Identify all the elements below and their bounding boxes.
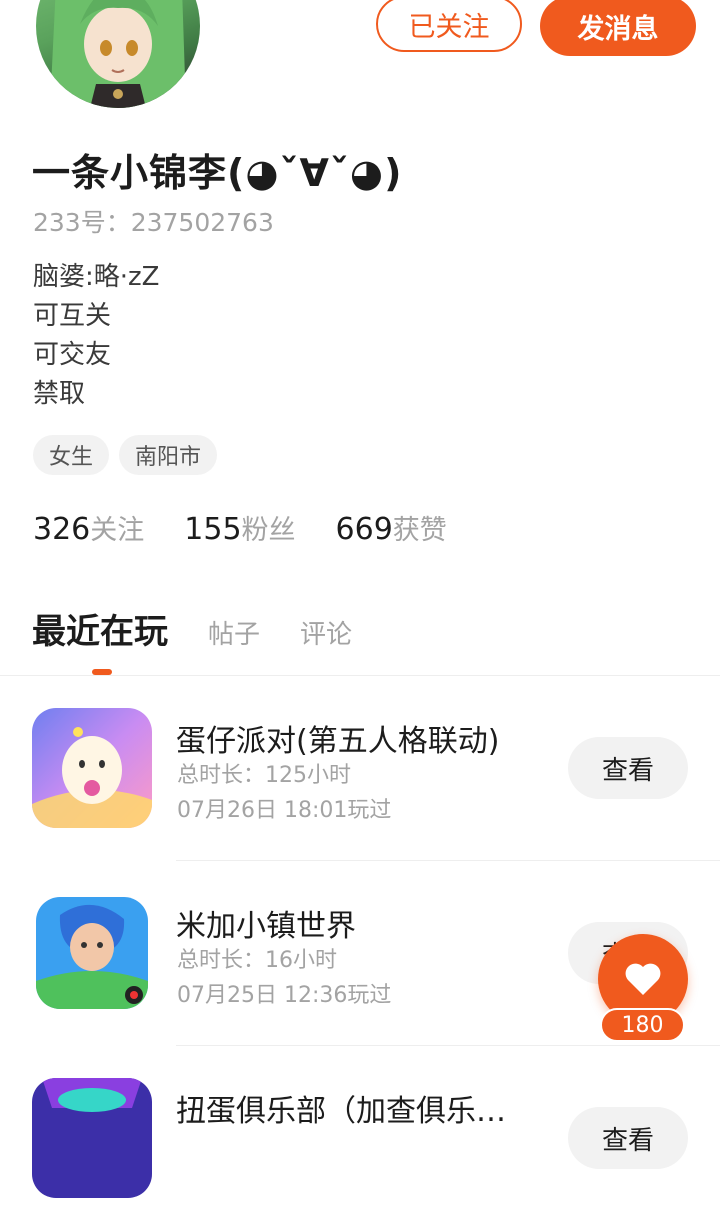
profile-stats: 326 关注 155 粉丝 669 获赞 <box>33 508 487 547</box>
tag-gender: 女生 <box>33 435 110 475</box>
bio-line: 禁取 <box>33 379 86 409</box>
eggy-party-icon <box>32 708 152 828</box>
game-list-item[interactable]: 扭蛋俱乐部（加查俱乐… 查看 <box>0 1046 720 1231</box>
game-duration: 总时长：16小时 <box>177 948 337 973</box>
game-last-played: 07月25日 12:36玩过 <box>177 983 392 1008</box>
followed-button[interactable]: 已关注 <box>376 0 522 52</box>
stat-value: 669 <box>335 512 393 547</box>
miga-town-icon <box>36 897 148 1009</box>
game-last-played: 07月26日 18:01玩过 <box>177 798 392 823</box>
profile-bio: 脑婆:略·zZ 可互关 可交友 禁取 <box>33 258 159 414</box>
bio-line: 可交友 <box>33 340 112 370</box>
game-title: 米加小镇世界 <box>176 909 356 944</box>
gacha-club-icon <box>32 1078 152 1198</box>
stat-label: 粉丝 <box>241 515 296 546</box>
view-button[interactable]: 查看 <box>568 737 688 799</box>
bio-line: 可互关 <box>33 301 112 331</box>
stat-likes: 669 获赞 <box>336 508 447 547</box>
stat-value: 326 <box>33 512 91 547</box>
profile-id: 233号：237502763 <box>33 208 274 237</box>
avatar-illustration <box>50 0 186 108</box>
game-duration: 总时长：125小时 <box>177 763 351 788</box>
stat-value: 155 <box>184 512 242 547</box>
send-message-button[interactable]: 发消息 <box>540 0 696 56</box>
bio-line: 脑婆:略·zZ <box>33 262 160 292</box>
avatar[interactable] <box>36 0 200 108</box>
stat-following[interactable]: 326 关注 <box>33 508 144 547</box>
view-button[interactable]: 查看 <box>568 1107 688 1169</box>
tab-comments[interactable]: 评论 <box>300 614 352 651</box>
stat-label: 关注 <box>90 515 145 546</box>
tab-posts[interactable]: 帖子 <box>208 614 260 651</box>
profile-tags: 女生 南阳市 <box>33 435 218 475</box>
game-title: 蛋仔派对(第五人格联动) <box>176 724 500 759</box>
tag-location: 南阳市 <box>119 435 218 475</box>
stat-label: 获赞 <box>392 515 447 546</box>
game-list-item[interactable]: 蛋仔派对(第五人格联动) 总时长：125小时 07月26日 18:01玩过 查看 <box>0 676 720 861</box>
stat-followers[interactable]: 155 粉丝 <box>184 508 295 547</box>
profile-tabs: 最近在玩 帖子 评论 <box>32 604 392 653</box>
like-count: 180 <box>600 1008 685 1042</box>
heart-icon <box>625 963 661 995</box>
profile-name: 一条小锦李(◕ˇ∀ˇ◕) <box>32 151 403 195</box>
tab-recently-played[interactable]: 最近在玩 <box>32 604 168 653</box>
game-title: 扭蛋俱乐部（加查俱乐… <box>176 1094 506 1129</box>
